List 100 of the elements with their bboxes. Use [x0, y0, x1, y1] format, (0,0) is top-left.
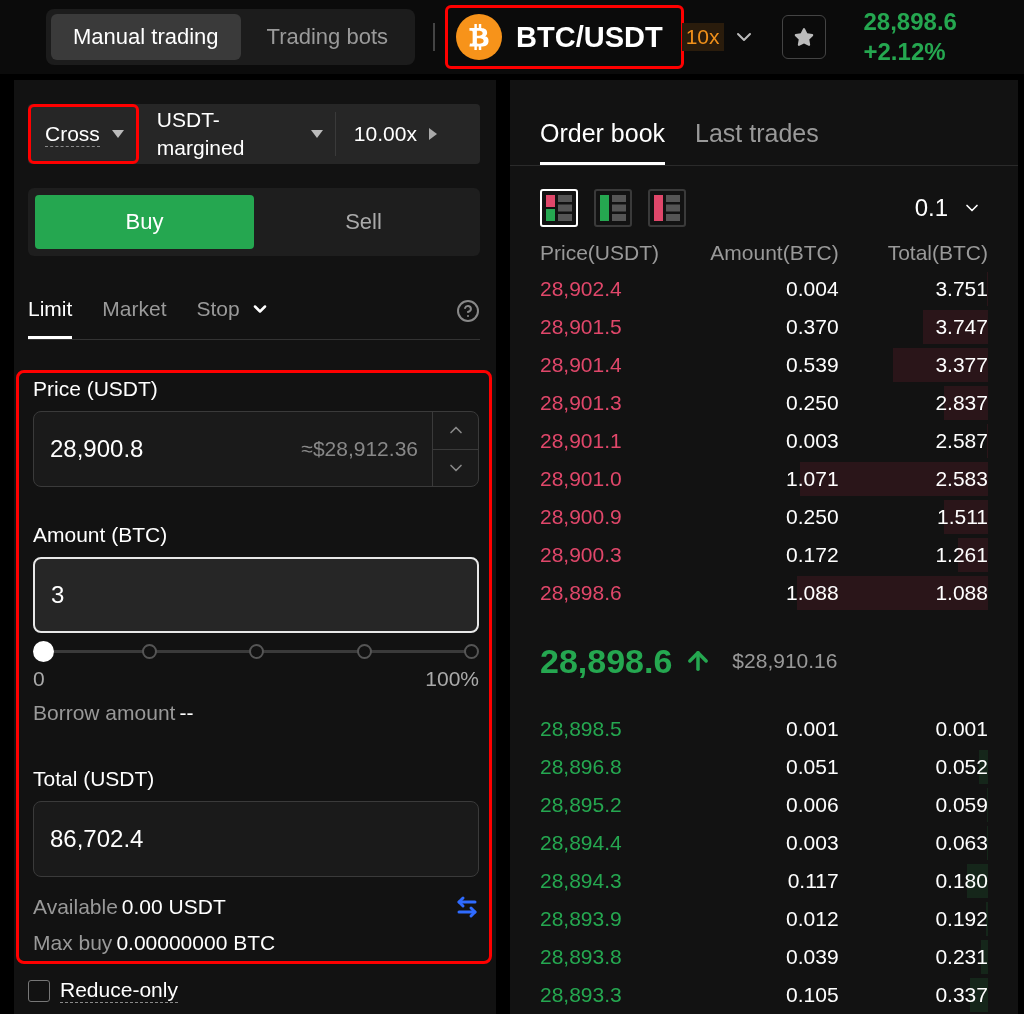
- price-change: +2.12%: [863, 37, 947, 67]
- mode-tab[interactable]: Manual trading: [51, 14, 241, 60]
- slider-min-label: 0: [33, 667, 45, 691]
- total-cell: 1.261: [935, 543, 988, 567]
- caret-down-icon: [111, 130, 124, 138]
- order-book-row[interactable]: 28,894.3 0.117 0.180: [540, 862, 988, 900]
- amount-cell: 0.006: [786, 793, 839, 817]
- max-buy-label: Max buy: [33, 931, 113, 955]
- amount-cell: 0.117: [787, 869, 839, 893]
- total-cell: 1.088: [935, 581, 988, 605]
- mid-price: 28,898.6: [540, 641, 673, 681]
- amount-cell: 0.003: [786, 831, 839, 855]
- mid-price-usd: $28,910.16: [732, 649, 838, 673]
- field-label: Amount (BTC): [33, 523, 169, 547]
- margin-mode-dropdown[interactable]: Cross: [28, 104, 139, 164]
- amount-slider[interactable]: [33, 641, 479, 661]
- favorite-button[interactable]: [781, 15, 826, 59]
- amount-cell: 0.004: [786, 277, 839, 301]
- price-field[interactable]: 28,900.8 ≈$28,912.36: [33, 411, 479, 487]
- amount-cell: 0.539: [786, 353, 839, 377]
- order-book-row[interactable]: 28,901.4 0.539 3.377: [540, 346, 988, 384]
- price-cell: 28,898.5: [540, 717, 622, 741]
- pair-name: BTC/USDT: [516, 20, 663, 54]
- max-buy-value: 0.00000000 BTC: [116, 931, 276, 955]
- available-value: 0.00 USDT: [121, 895, 226, 919]
- order-book-row[interactable]: 28,895.2 0.006 0.059: [540, 786, 988, 824]
- order-book-row[interactable]: 28,901.0 1.071 2.583: [540, 460, 988, 498]
- order-book-row[interactable]: 28,896.8 0.051 0.052: [540, 748, 988, 786]
- checkbox[interactable]: [28, 979, 50, 1002]
- order-book-row[interactable]: 28,901.5 0.370 3.747: [540, 308, 988, 346]
- price-cell: 28,901.4: [540, 353, 622, 377]
- order-book-row[interactable]: 28,901.1 0.003 2.587: [540, 422, 988, 460]
- borrow-value: --: [179, 701, 194, 725]
- total-cell: 1.511: [937, 505, 988, 529]
- total-cell: 0.180: [935, 869, 988, 893]
- price-cell: 28,896.8: [540, 755, 622, 779]
- order-book-row[interactable]: 28,902.4 0.004 3.751: [540, 270, 988, 308]
- book-tab[interactable]: Last trades: [695, 119, 819, 165]
- caret-down-icon: [310, 130, 323, 138]
- amount-cell: 0.172: [786, 543, 839, 567]
- amount-cell: 0.039: [786, 945, 839, 969]
- slider-max-label: 100%: [425, 667, 479, 691]
- column-header: Amount(BTC): [709, 241, 839, 265]
- total-cell: 2.587: [935, 429, 988, 453]
- total-cell: 2.583: [935, 467, 988, 491]
- transfer-icon[interactable]: [455, 895, 479, 919]
- precision-dropdown[interactable]: 0.1: [908, 193, 988, 223]
- order-book-row[interactable]: 28,893.9 0.012 0.192: [540, 900, 988, 938]
- book-view-icon[interactable]: [594, 189, 632, 227]
- order-book-row[interactable]: 28,894.4 0.003 0.063: [540, 824, 988, 862]
- column-header: Price(USDT): [540, 241, 660, 265]
- order-book-row[interactable]: 28,893.8 0.039 0.231: [540, 938, 988, 976]
- price-cell: 28,894.4: [540, 831, 622, 855]
- mode-tab[interactable]: Trading bots: [244, 14, 411, 60]
- amount-field[interactable]: 3: [33, 557, 479, 633]
- order-type-tab[interactable]: Stop: [196, 282, 270, 339]
- field-label: Price (USDT): [33, 377, 159, 401]
- price-cell: 28,893.9: [540, 907, 622, 931]
- column-header: Total(BTC): [886, 241, 988, 265]
- last-price: 28,898.6: [863, 7, 957, 37]
- price-cell: 28,901.5: [540, 315, 622, 339]
- order-book-row[interactable]: 28,898.6 1.088 1.088: [540, 574, 988, 612]
- star-icon: [793, 27, 814, 47]
- help-icon[interactable]: [456, 298, 480, 323]
- price-cell: 28,901.3: [540, 391, 622, 415]
- price-cell: 28,898.6: [540, 581, 622, 605]
- order-book-row[interactable]: 28,900.9 0.250 1.511: [540, 498, 988, 536]
- amount-cell: 0.370: [786, 315, 839, 339]
- price-cell: 28,900.9: [540, 505, 622, 529]
- order-book-row[interactable]: 28,893.3 0.105 0.337: [540, 976, 988, 1014]
- total-field[interactable]: 86,702.4: [33, 801, 479, 877]
- total-cell: 0.001: [935, 717, 988, 741]
- total-cell: 0.059: [935, 793, 988, 817]
- order-type-tab[interactable]: Market: [102, 282, 167, 339]
- caret-right-icon: [428, 128, 437, 140]
- available-label: Available: [33, 895, 118, 919]
- amount-cell: 0.003: [786, 429, 839, 453]
- slider-thumb[interactable]: [33, 641, 54, 662]
- order-book-row[interactable]: 28,900.3 0.172 1.261: [540, 536, 988, 574]
- amount-cell: 0.001: [786, 717, 839, 741]
- order-book-row[interactable]: 28,901.3 0.250 2.837: [540, 384, 988, 422]
- margin-type-dropdown[interactable]: USDT-margined: [138, 104, 335, 164]
- amount-cell: 0.250: [786, 505, 839, 529]
- amount-cell: 1.071: [786, 467, 839, 491]
- total-cell: 0.052: [935, 755, 988, 779]
- amount-cell: 0.105: [786, 983, 839, 1007]
- price-input[interactable]: 28,900.8: [34, 435, 302, 463]
- order-type-tab[interactable]: Limit: [28, 282, 73, 339]
- total-cell: 0.192: [935, 907, 988, 931]
- total-cell: 3.751: [935, 277, 988, 301]
- amount-cell: 0.051: [786, 755, 839, 779]
- price-cell: 28,901.1: [540, 429, 622, 453]
- borrow-label: Borrow amount: [33, 701, 176, 725]
- side-tab[interactable]: Sell: [254, 195, 473, 249]
- leverage-button[interactable]: 10.00x: [334, 112, 451, 156]
- total-cell: 3.747: [935, 315, 988, 339]
- reduce-only-label: Reduce-only: [60, 978, 178, 1003]
- book-tab[interactable]: Order book: [540, 119, 666, 165]
- total-cell: 3.377: [935, 353, 988, 377]
- leverage-badge: 10x: [681, 23, 724, 51]
